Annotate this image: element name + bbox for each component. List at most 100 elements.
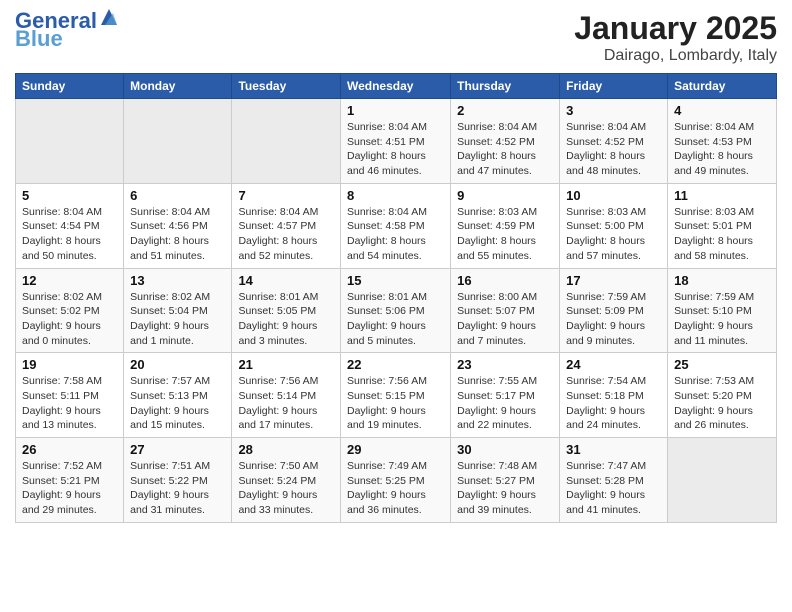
day-cell: 15 Sunrise: 8:01 AM Sunset: 5:06 PM Dayli…: [340, 268, 450, 353]
day-cell: 19 Sunrise: 7:58 AM Sunset: 5:11 PM Dayli…: [16, 353, 124, 438]
day-info: Sunrise: 7:56 AM Sunset: 5:15 PM Dayligh…: [347, 374, 444, 433]
week-row-3: 12Sunrise: 8:02 AM Sunset: 5:02 PM Dayli…: [16, 268, 777, 353]
day-info: Sunrise: 8:03 AM Sunset: 5:01 PM Dayligh…: [674, 205, 770, 264]
day-info: Sunrise: 8:04 AM Sunset: 4:58 PM Dayligh…: [347, 205, 444, 264]
day-number: 25: [674, 357, 770, 372]
day-cell: 9 Sunrise: 8:03 AM Sunset: 4:59 PM Daylig…: [451, 183, 560, 268]
day-cell: 21Sunrise: 7:56 AM Sunset: 5:14 PM Dayli…: [232, 353, 341, 438]
day-info: Sunrise: 7:52 AM Sunset: 5:21 PM Dayligh…: [22, 459, 117, 518]
day-info: Sunrise: 8:01 AM Sunset: 5:06 PM Dayligh…: [347, 290, 444, 349]
day-cell: 1 Sunrise: 8:04 AM Sunset: 4:51 PM Daylig…: [340, 99, 450, 184]
calendar-title: January 2025: [574, 10, 777, 47]
day-number: 22: [347, 357, 444, 372]
day-cell: 10Sunrise: 8:03 AM Sunset: 5:00 PM Dayli…: [560, 183, 668, 268]
day-cell: 23Sunrise: 7:55 AM Sunset: 5:17 PM Dayli…: [451, 353, 560, 438]
day-number: 1: [347, 103, 444, 118]
day-cell: 17Sunrise: 7:59 AM Sunset: 5:09 PM Dayli…: [560, 268, 668, 353]
day-cell: 18Sunrise: 7:59 AM Sunset: 5:10 PM Dayli…: [668, 268, 777, 353]
page: General Blue January 2025 Dairago, Lomba…: [0, 0, 792, 533]
day-info: Sunrise: 7:49 AM Sunset: 5:25 PM Dayligh…: [347, 459, 444, 518]
day-cell: [124, 99, 232, 184]
day-info: Sunrise: 8:02 AM Sunset: 5:04 PM Dayligh…: [130, 290, 225, 349]
day-number: 2: [457, 103, 553, 118]
day-number: 11: [674, 188, 770, 203]
day-info: Sunrise: 7:53 AM Sunset: 5:20 PM Dayligh…: [674, 374, 770, 433]
day-info: Sunrise: 8:04 AM Sunset: 4:53 PM Dayligh…: [674, 120, 770, 179]
day-info: Sunrise: 8:04 AM Sunset: 4:56 PM Dayligh…: [130, 205, 225, 264]
day-number: 5: [22, 188, 117, 203]
day-info: Sunrise: 8:04 AM Sunset: 4:52 PM Dayligh…: [457, 120, 553, 179]
day-cell: 11 Sunrise: 8:03 AM Sunset: 5:01 PM Dayli…: [668, 183, 777, 268]
day-cell: [232, 99, 341, 184]
day-number: 28: [238, 442, 334, 457]
day-info: Sunrise: 7:50 AM Sunset: 5:24 PM Dayligh…: [238, 459, 334, 518]
day-number: 17: [566, 273, 661, 288]
day-cell: 24Sunrise: 7:54 AM Sunset: 5:18 PM Dayli…: [560, 353, 668, 438]
day-info: Sunrise: 7:51 AM Sunset: 5:22 PM Dayligh…: [130, 459, 225, 518]
day-cell: 4 Sunrise: 8:04 AM Sunset: 4:53 PM Daylig…: [668, 99, 777, 184]
day-number: 7: [238, 188, 334, 203]
logo-icon: [99, 7, 119, 27]
day-info: Sunrise: 8:04 AM Sunset: 4:51 PM Dayligh…: [347, 120, 444, 179]
day-number: 16: [457, 273, 553, 288]
day-info: Sunrise: 8:01 AM Sunset: 5:05 PM Dayligh…: [238, 290, 334, 349]
day-number: 19: [22, 357, 117, 372]
header: General Blue January 2025 Dairago, Lomba…: [15, 10, 777, 65]
day-number: 27: [130, 442, 225, 457]
week-row-2: 5Sunrise: 8:04 AM Sunset: 4:54 PM Daylig…: [16, 183, 777, 268]
day-info: Sunrise: 8:04 AM Sunset: 4:57 PM Dayligh…: [238, 205, 334, 264]
weekday-row: SundayMondayTuesdayWednesdayThursdayFrid…: [16, 74, 777, 99]
day-cell: 22 Sunrise: 7:56 AM Sunset: 5:15 PM Dayli…: [340, 353, 450, 438]
day-info: Sunrise: 7:48 AM Sunset: 5:27 PM Dayligh…: [457, 459, 553, 518]
day-number: 10: [566, 188, 661, 203]
day-cell: [16, 99, 124, 184]
day-cell: 14Sunrise: 8:01 AM Sunset: 5:05 PM Dayli…: [232, 268, 341, 353]
logo: General Blue: [15, 10, 119, 50]
calendar-header: SundayMondayTuesdayWednesdayThursdayFrid…: [16, 74, 777, 99]
day-number: 3: [566, 103, 661, 118]
day-cell: 2 Sunrise: 8:04 AM Sunset: 4:52 PM Daylig…: [451, 99, 560, 184]
calendar-table: SundayMondayTuesdayWednesdayThursdayFrid…: [15, 73, 777, 523]
title-block: January 2025 Dairago, Lombardy, Italy: [574, 10, 777, 65]
weekday-header-saturday: Saturday: [668, 74, 777, 99]
day-cell: 6Sunrise: 8:04 AM Sunset: 4:56 PM Daylig…: [124, 183, 232, 268]
week-row-4: 19 Sunrise: 7:58 AM Sunset: 5:11 PM Dayli…: [16, 353, 777, 438]
week-row-5: 26 Sunrise: 7:52 AM Sunset: 5:21 PM Dayli…: [16, 438, 777, 523]
weekday-header-sunday: Sunday: [16, 74, 124, 99]
day-cell: [668, 438, 777, 523]
day-cell: 3 Sunrise: 8:04 AM Sunset: 4:52 PM Daylig…: [560, 99, 668, 184]
day-cell: 7 Sunrise: 8:04 AM Sunset: 4:57 PM Daylig…: [232, 183, 341, 268]
day-cell: 31Sunrise: 7:47 AM Sunset: 5:28 PM Dayli…: [560, 438, 668, 523]
day-number: 26: [22, 442, 117, 457]
day-cell: 13 Sunrise: 8:02 AM Sunset: 5:04 PM Dayli…: [124, 268, 232, 353]
day-info: Sunrise: 8:00 AM Sunset: 5:07 PM Dayligh…: [457, 290, 553, 349]
day-cell: 26 Sunrise: 7:52 AM Sunset: 5:21 PM Dayli…: [16, 438, 124, 523]
day-cell: 30 Sunrise: 7:48 AM Sunset: 5:27 PM Dayli…: [451, 438, 560, 523]
day-number: 4: [674, 103, 770, 118]
day-info: Sunrise: 7:47 AM Sunset: 5:28 PM Dayligh…: [566, 459, 661, 518]
day-number: 23: [457, 357, 553, 372]
day-info: Sunrise: 7:58 AM Sunset: 5:11 PM Dayligh…: [22, 374, 117, 433]
day-cell: 16 Sunrise: 8:00 AM Sunset: 5:07 PM Dayli…: [451, 268, 560, 353]
day-number: 18: [674, 273, 770, 288]
day-number: 15: [347, 273, 444, 288]
day-info: Sunrise: 8:03 AM Sunset: 4:59 PM Dayligh…: [457, 205, 553, 264]
day-info: Sunrise: 7:54 AM Sunset: 5:18 PM Dayligh…: [566, 374, 661, 433]
weekday-header-tuesday: Tuesday: [232, 74, 341, 99]
day-info: Sunrise: 8:02 AM Sunset: 5:02 PM Dayligh…: [22, 290, 117, 349]
day-number: 30: [457, 442, 553, 457]
weekday-header-thursday: Thursday: [451, 74, 560, 99]
day-cell: 5Sunrise: 8:04 AM Sunset: 4:54 PM Daylig…: [16, 183, 124, 268]
day-number: 13: [130, 273, 225, 288]
weekday-header-friday: Friday: [560, 74, 668, 99]
day-cell: 28 Sunrise: 7:50 AM Sunset: 5:24 PM Dayli…: [232, 438, 341, 523]
day-number: 29: [347, 442, 444, 457]
week-row-1: 1 Sunrise: 8:04 AM Sunset: 4:51 PM Daylig…: [16, 99, 777, 184]
day-number: 20: [130, 357, 225, 372]
day-cell: 8Sunrise: 8:04 AM Sunset: 4:58 PM Daylig…: [340, 183, 450, 268]
day-number: 9: [457, 188, 553, 203]
calendar-subtitle: Dairago, Lombardy, Italy: [574, 47, 777, 65]
day-info: Sunrise: 8:04 AM Sunset: 4:52 PM Dayligh…: [566, 120, 661, 179]
logo-text-blue: Blue: [15, 28, 63, 50]
weekday-header-monday: Monday: [124, 74, 232, 99]
